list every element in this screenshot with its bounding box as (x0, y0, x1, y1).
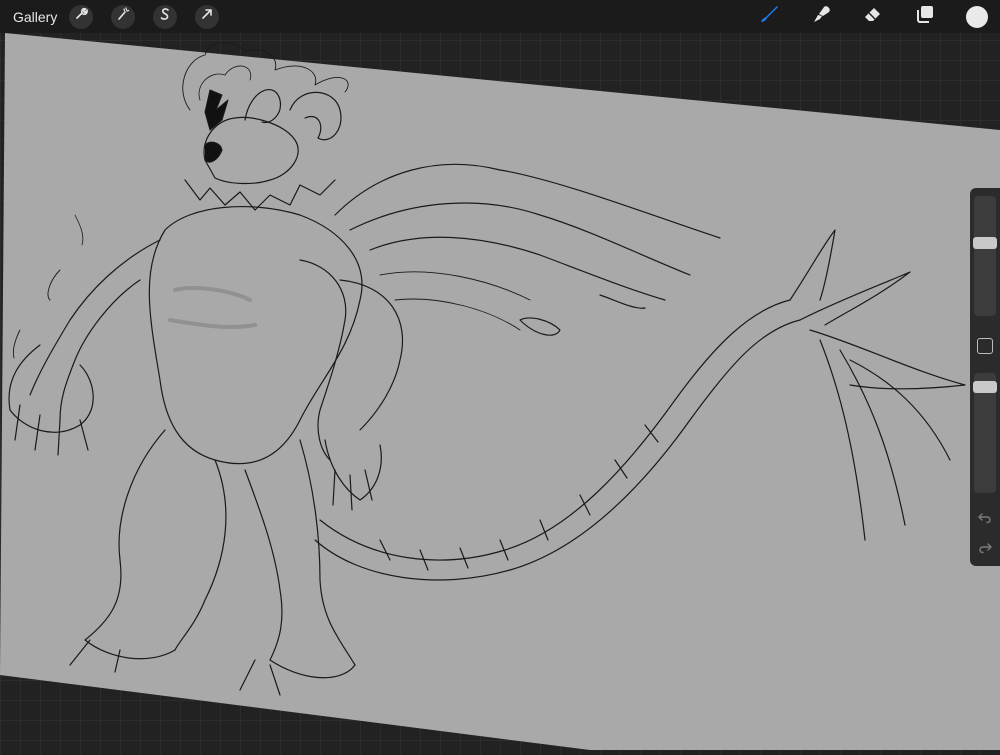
wrench-icon (74, 7, 89, 26)
selection-button[interactable] (153, 4, 178, 29)
transform-arrow-icon (200, 7, 214, 26)
redo-icon[interactable] (977, 540, 993, 556)
opacity-thumb[interactable] (973, 381, 997, 393)
eraser-icon (862, 3, 884, 30)
top-toolbar: Gallery (0, 0, 1000, 33)
gallery-button[interactable]: Gallery (13, 9, 57, 25)
actions-button[interactable] (69, 4, 94, 29)
layers-button[interactable] (910, 2, 940, 32)
brush-icon (758, 3, 780, 30)
layers-icon (914, 3, 936, 30)
brush-size-thumb[interactable] (973, 237, 997, 249)
modify-button[interactable] (977, 338, 993, 354)
magic-wand-icon (116, 7, 130, 26)
smudge-icon (810, 3, 832, 30)
side-toolbar (970, 188, 1000, 566)
opacity-slider[interactable] (973, 373, 997, 493)
color-button[interactable] (962, 2, 992, 32)
brush-size-slider[interactable] (973, 196, 997, 316)
transform-button[interactable] (195, 4, 220, 29)
color-swatch-icon (966, 5, 988, 28)
canvas-paper[interactable] (0, 33, 1000, 750)
smudge-tool-button[interactable] (806, 2, 836, 32)
canvas-svg[interactable] (0, 0, 1000, 750)
right-toolbar (732, 0, 1000, 33)
undo-icon[interactable] (977, 510, 993, 526)
adjustments-button[interactable] (111, 4, 136, 29)
eraser-tool-button[interactable] (858, 2, 888, 32)
selection-s-icon (158, 7, 172, 26)
paint-tool-button[interactable] (754, 2, 784, 32)
drawing-canvas[interactable] (0, 0, 1000, 750)
